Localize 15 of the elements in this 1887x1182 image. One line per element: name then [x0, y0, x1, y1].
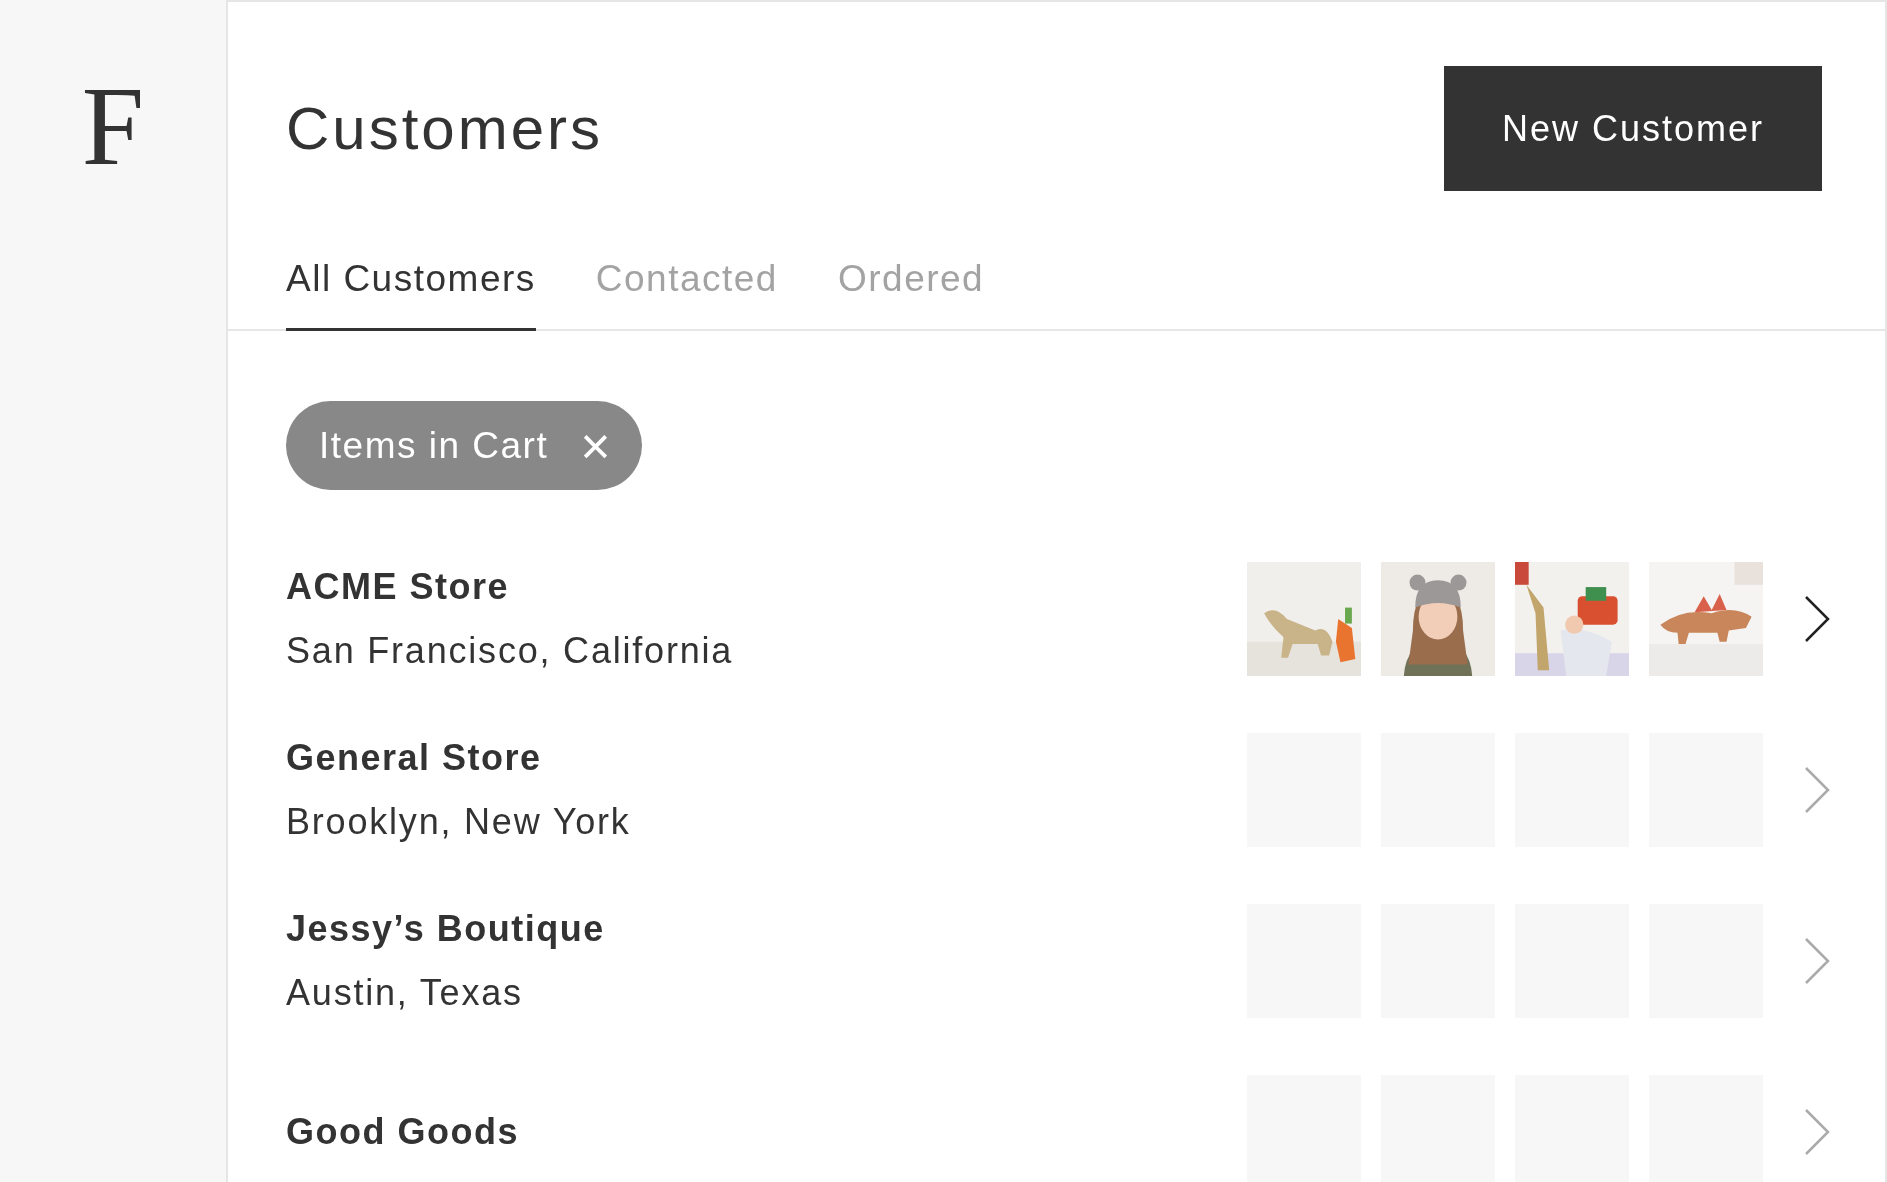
customer-location: San Francisco, California: [286, 630, 735, 672]
customer-location: Austin, Texas: [286, 972, 524, 1014]
filter-chip[interactable]: Items in Cart ×: [286, 401, 643, 490]
tab[interactable]: All Customers: [286, 257, 536, 331]
customer-name[interactable]: Jessy’s Boutique: [286, 908, 1247, 950]
logo: F: [81, 70, 145, 182]
filter-label: Items in Cart: [319, 424, 549, 467]
customer-location: Brooklyn, New York: [286, 801, 632, 843]
page-title: Customers: [286, 94, 604, 163]
customer-name[interactable]: Good Goods: [286, 1111, 1247, 1153]
close-icon[interactable]: ×: [580, 419, 613, 472]
chevron-icon[interactable]: [1803, 594, 1831, 644]
new-customer-button[interactable]: New Customer: [1444, 66, 1822, 191]
customer-name[interactable]: ACME Store: [286, 566, 1247, 608]
customer-name[interactable]: General Store: [286, 737, 1247, 779]
